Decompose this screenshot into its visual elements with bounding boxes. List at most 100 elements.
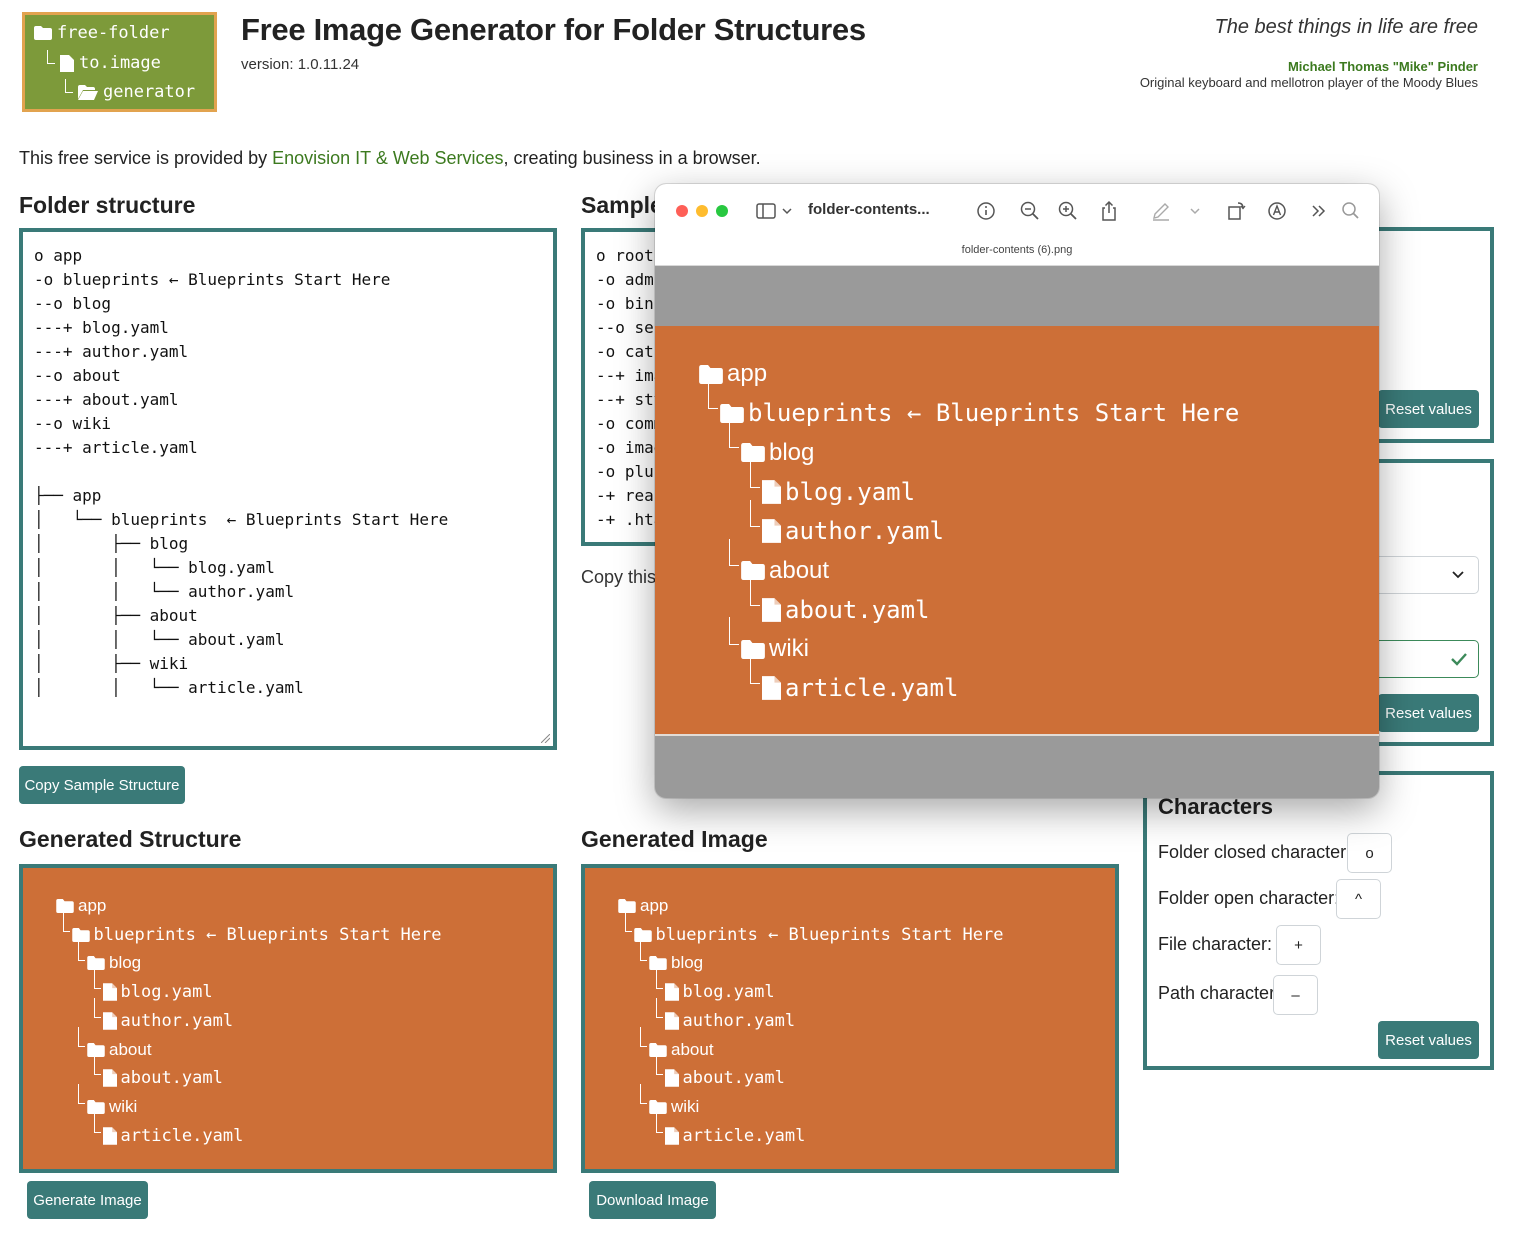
- logo-line-3: generator: [65, 79, 195, 102]
- tree-folder-row: blueprints ← Blueprints Start Here: [71, 925, 442, 945]
- tree-connector: [729, 617, 739, 645]
- enovision-link[interactable]: Enovision IT & Web Services: [272, 148, 503, 168]
- file-icon: [60, 54, 74, 72]
- tree-connector: [78, 1083, 86, 1105]
- sample-line: -o imag: [596, 438, 664, 457]
- tree-label: author.yaml: [682, 1010, 796, 1031]
- chevron-down-icon[interactable]: [781, 200, 793, 222]
- tree-label: app: [78, 896, 107, 915]
- tree-label: app: [640, 896, 669, 915]
- tree-label: blueprints ← Blueprints Start Here: [655, 924, 1004, 945]
- tree-connector: [640, 1083, 648, 1105]
- tree-label: about.yaml: [785, 595, 930, 624]
- tree-label: article.yaml: [785, 674, 959, 703]
- reset-values-button-3[interactable]: Reset values: [1378, 1021, 1479, 1059]
- path-char-input[interactable]: –: [1273, 975, 1318, 1015]
- generate-image-button[interactable]: Generate Image: [27, 1181, 148, 1219]
- intro-text: This free service is provided by Enovisi…: [19, 148, 761, 169]
- folder-closed-input[interactable]: o: [1347, 833, 1392, 873]
- markup-chevron-icon[interactable]: [1189, 200, 1201, 222]
- folder-structure-line: --o blog: [34, 294, 112, 313]
- tree-file-row: about.yaml: [762, 596, 930, 624]
- tree-connector: [93, 1112, 101, 1133]
- sample-text: o root -o adm -o bin --o se -o cat --+ ima --+…: [596, 244, 663, 532]
- tree-file-row: blog.yaml: [762, 478, 915, 506]
- tree-folder-row: blueprints ← Blueprints Start Here: [720, 399, 1239, 427]
- close-window-button[interactable]: [676, 205, 688, 217]
- annotate-icon[interactable]: [1266, 200, 1288, 222]
- folder-structure-line: [34, 460, 448, 484]
- quote-author: Michael Thomas "Mike" Pinder: [1287, 59, 1478, 74]
- resize-handle-icon[interactable]: [541, 734, 550, 743]
- sample-line: o root: [596, 246, 654, 265]
- tree-connector: [78, 1026, 86, 1047]
- info-icon[interactable]: [975, 200, 997, 222]
- tree-connector: [750, 460, 760, 488]
- file-icon: [762, 480, 781, 504]
- tree-connector: [750, 656, 760, 685]
- folder-structure-line: │ ├── about: [34, 606, 198, 625]
- tree-label: blog.yaml: [682, 982, 775, 1003]
- preview-window-title: folder-contents...: [808, 201, 930, 218]
- sample-line: -o comm: [596, 414, 664, 433]
- logo-line-1: free-folder: [34, 23, 170, 43]
- tree-label: blog: [109, 953, 142, 973]
- sample-line: -o adm: [596, 270, 654, 289]
- tree-connector: [93, 997, 101, 1018]
- tree-connector: [729, 420, 739, 449]
- minimize-window-button[interactable]: [696, 205, 708, 217]
- tree-connector: [750, 578, 760, 606]
- tree-label: blog.yaml: [120, 982, 213, 1003]
- tree-connector: [62, 911, 70, 932]
- version-text: version: 1.0.11.24: [241, 56, 360, 73]
- tree-connector: [729, 538, 739, 567]
- tree-file-row: article.yaml: [102, 1126, 243, 1146]
- folder-open-icon: [78, 84, 98, 100]
- folder-structure-line: ---+ about.yaml: [34, 390, 179, 409]
- tree-label: wiki: [769, 635, 809, 663]
- copy-sample-structure-button[interactable]: Copy Sample Structure: [19, 766, 185, 804]
- characters-panel: Characters Folder closed character: o Fo…: [1143, 771, 1494, 1070]
- folder-open-input[interactable]: ^: [1336, 879, 1381, 919]
- download-image-button[interactable]: Download Image: [589, 1181, 716, 1219]
- logo: free-folder to.image generator: [22, 12, 217, 112]
- zoom-out-icon[interactable]: [1019, 200, 1041, 222]
- search-icon[interactable]: [1340, 200, 1362, 222]
- more-tools-icon[interactable]: [1308, 200, 1330, 222]
- tree-label: wiki: [109, 1096, 138, 1116]
- zoom-window-button[interactable]: [716, 205, 728, 217]
- sample-line: --o se: [596, 318, 654, 337]
- file-icon: [762, 597, 781, 622]
- file-icon: [102, 1126, 117, 1145]
- reset-values-button-1[interactable]: Reset values: [1378, 390, 1479, 428]
- check-icon: [1451, 653, 1467, 666]
- markup-pen-icon[interactable]: [1150, 200, 1172, 222]
- tree-label: blog: [769, 438, 815, 466]
- file-char-label: File character:: [1158, 934, 1273, 954]
- tree-file-row: blog.yaml: [664, 982, 775, 1003]
- file-icon: [762, 676, 781, 701]
- tree-connector: [93, 1055, 101, 1076]
- generated-image-panel: app blueprints ← Blueprints Start Here blo…: [581, 864, 1119, 1173]
- folder-open-label: Folder open character:: [1158, 888, 1340, 908]
- rotate-icon[interactable]: [1225, 200, 1247, 222]
- sidebar-icon[interactable]: [755, 200, 777, 222]
- tree-connector: [655, 1112, 663, 1133]
- folder-structure-line: │ │ └── about.yaml: [34, 630, 285, 649]
- folder-structure-line: ---+ blog.yaml: [34, 318, 169, 337]
- file-icon: [102, 983, 117, 1001]
- tree-connector: [78, 940, 86, 961]
- folder-structure-line: │ ├── blog: [34, 534, 189, 553]
- tree-file-row: author.yaml: [102, 1011, 233, 1031]
- preview-window: folder-contents... folder-contents (6).p…: [655, 184, 1379, 798]
- file-icon: [664, 1126, 679, 1145]
- share-icon[interactable]: [1098, 200, 1120, 222]
- zoom-in-icon[interactable]: [1057, 200, 1079, 222]
- file-char-input[interactable]: +: [1276, 925, 1321, 965]
- intro-after: , creating business in a browser.: [503, 148, 761, 168]
- generated-image-title: Generated Image: [581, 826, 768, 852]
- file-icon: [664, 1012, 679, 1030]
- folder-structure-textarea[interactable]: o app -o blueprints ← Blueprints Start He…: [19, 228, 557, 750]
- reset-values-button-2[interactable]: Reset values: [1378, 694, 1479, 732]
- file-icon: [664, 1069, 679, 1087]
